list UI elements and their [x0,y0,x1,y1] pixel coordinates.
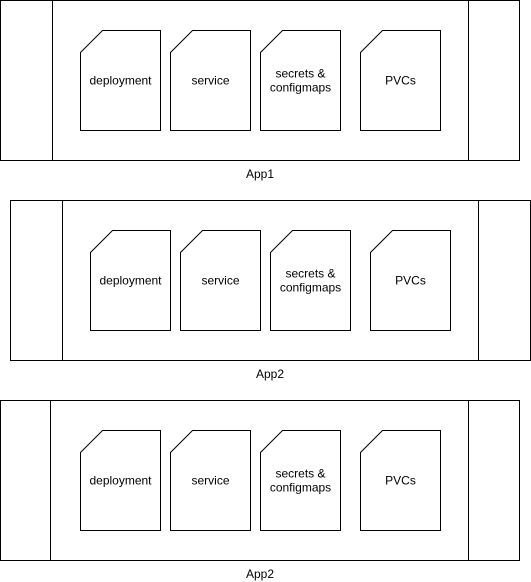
resource-label: PVCs [385,474,416,488]
resource-label: deployment [89,474,152,488]
resource-card: secrets &configmaps [260,430,341,531]
resource-label: service [191,474,229,488]
diagram-canvas: deployment service secrets &configmaps PVCs… [0,0,531,581]
app-label: App2 [246,567,274,581]
resource-card: secrets &configmaps [260,30,341,131]
resource-card: secrets &configmaps [270,230,351,331]
resource-label: configmaps [280,281,341,295]
resource-label: PVCs [385,74,416,88]
resource-label: configmaps [270,81,331,95]
resource-card: deployment [90,230,171,331]
resource-label: PVCs [395,274,426,288]
resource-card: deployment [80,30,161,131]
app-container: deployment service secrets &configmaps PVCs [0,400,520,561]
resource-card: service [170,30,251,131]
app-container: deployment service secrets &configmaps PVCs [0,0,520,161]
app-label: App1 [246,167,274,181]
resource-card: deployment [80,430,161,531]
resource-label: service [191,74,229,88]
resource-label: secrets & [275,67,325,81]
resource-label: secrets & [285,267,335,281]
resource-card: PVCs [370,230,451,331]
resource-label: configmaps [270,481,331,495]
app-label: App2 [256,367,284,381]
resource-card: PVCs [360,30,441,131]
resource-label: deployment [89,74,152,88]
resource-card: service [170,430,251,531]
app-container: deployment service secrets &configmaps PVCs [10,200,531,361]
resource-card: service [180,230,261,331]
resource-label: deployment [99,274,162,288]
resource-card: PVCs [360,430,441,531]
resource-label: service [201,274,239,288]
resource-label: secrets & [275,467,325,481]
